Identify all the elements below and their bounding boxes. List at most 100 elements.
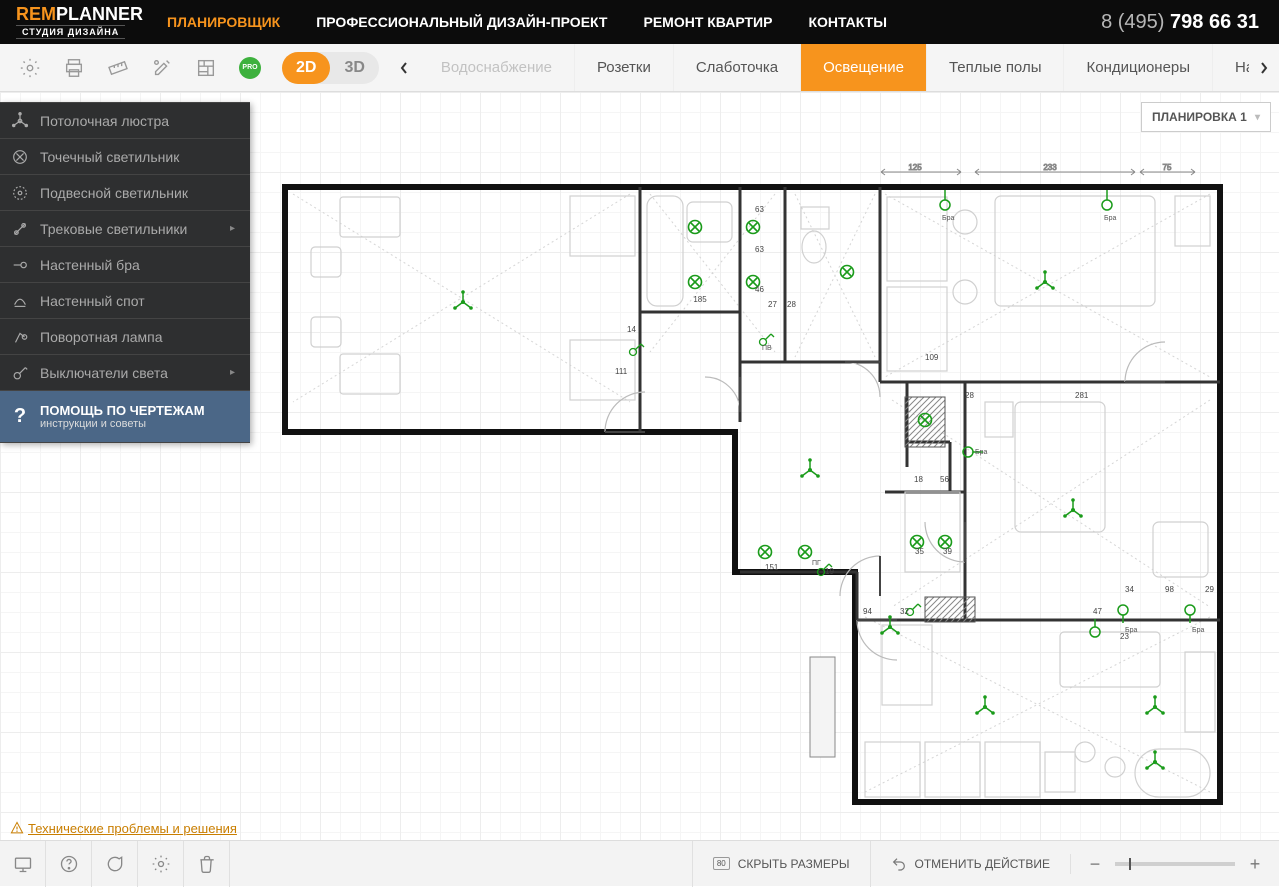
- zoom-slider[interactable]: [1115, 862, 1235, 866]
- print-icon[interactable]: [52, 44, 96, 92]
- dim-badge: 80: [713, 857, 730, 870]
- floor-plan: 125 233 75 185 63 63 46 27 28 14 111 109…: [245, 152, 1255, 840]
- side-item-spot[interactable]: Точечный светильник: [0, 139, 250, 175]
- side-label-5: Настенный спот: [40, 293, 250, 309]
- settings-icon[interactable]: [8, 44, 52, 92]
- dim-29: 29: [1205, 585, 1214, 594]
- help-sub: инструкции и советы: [40, 418, 205, 430]
- tab-outlets[interactable]: Розетки: [575, 44, 674, 91]
- side-item-switches[interactable]: Выключатели света ▸: [0, 355, 250, 391]
- chevron-right-icon: ▸: [230, 367, 250, 378]
- side-label-3: Трековые светильники: [40, 221, 230, 237]
- screen-icon[interactable]: [0, 841, 46, 887]
- undo-button[interactable]: ОТМЕНИТЬ ДЕЙСТВИЕ: [870, 841, 1070, 887]
- nav-item-contacts[interactable]: КОНТАКТЫ: [808, 14, 886, 30]
- dim-18: 18: [914, 475, 923, 484]
- swivel-icon: [0, 328, 40, 346]
- side-item-track[interactable]: Трековые светильники ▸: [0, 211, 250, 247]
- nav-item-renovation[interactable]: РЕМОНТ КВАРТИР: [643, 14, 772, 30]
- side-item-wallspot[interactable]: Настенный спот: [0, 283, 250, 319]
- dim-233: 233: [1043, 163, 1057, 172]
- dim-34: 34: [1125, 585, 1134, 594]
- help-icon: ?: [0, 405, 40, 428]
- side-label-1: Точечный светильник: [40, 149, 250, 165]
- dim-63b: 63: [755, 245, 764, 254]
- pro-badge: PRO: [239, 57, 261, 79]
- dim-185: 185: [693, 295, 707, 304]
- tech-issues-label[interactable]: Технические проблемы и решения: [28, 821, 237, 836]
- undo-label: ОТМЕНИТЬ ДЕЙСТВИЕ: [915, 857, 1050, 871]
- toolbar: PRO 2D 3D Водоснабжение Розетки Слаботоч…: [0, 44, 1279, 92]
- sconce-icon: [0, 256, 40, 274]
- chat-icon[interactable]: [92, 841, 138, 887]
- nav-links: ПЛАНИРОВЩИК ПРОФЕССИОНАЛЬНЫЙ ДИЗАЙН-ПРОЕ…: [167, 14, 1101, 30]
- layout-selector[interactable]: ПЛАНИРОВКА 1: [1141, 102, 1271, 132]
- side-item-swivel[interactable]: Поворотная лампа: [0, 319, 250, 355]
- tools-icon[interactable]: [140, 44, 184, 92]
- side-item-chandelier[interactable]: Потолочная люстра: [0, 103, 250, 139]
- help-circle-icon[interactable]: [46, 841, 92, 887]
- logo-brand1: REM: [16, 4, 56, 24]
- pro-badge-icon[interactable]: PRO: [228, 44, 272, 92]
- tab-ac[interactable]: Кондиционеры: [1064, 44, 1213, 91]
- tab-lowvolt[interactable]: Слаботочка: [674, 44, 801, 91]
- label-bra-4: Бра: [1125, 627, 1137, 634]
- dim-125: 125: [908, 163, 922, 172]
- top-nav: REMPLANNER СТУДИЯ ДИЗАЙНА ПЛАНИРОВЩИК ПР…: [0, 0, 1279, 44]
- dim-281: 281: [1075, 391, 1089, 400]
- side-label-0: Потолочная люстра: [40, 113, 250, 129]
- chevron-right-icon: ▸: [230, 223, 250, 234]
- bottom-icons: [0, 841, 230, 887]
- dim-39: 39: [943, 547, 952, 556]
- logo[interactable]: REMPLANNER СТУДИЯ ДИЗАЙНА: [16, 5, 143, 39]
- dim-28b: 28: [965, 391, 974, 400]
- tabs-scroll-right[interactable]: [1249, 44, 1279, 92]
- zoom-control: − +: [1070, 854, 1279, 874]
- warning-icon: [10, 821, 24, 835]
- nav-item-design[interactable]: ПРОФЕССИОНАЛЬНЫЙ ДИЗАЙН-ПРОЕКТ: [316, 14, 607, 30]
- dim-94: 94: [863, 607, 872, 616]
- zoom-out-button[interactable]: −: [1085, 854, 1105, 874]
- dim-56: 56: [940, 475, 949, 484]
- dim-19: 19: [825, 567, 834, 576]
- label-pv: ПВ: [762, 345, 772, 352]
- switch-icon: [0, 364, 40, 382]
- view-2d-button[interactable]: 2D: [282, 52, 330, 84]
- plan-tabs: Водоснабжение Розетки Слаботочка Освещен…: [419, 44, 1249, 91]
- trash-icon[interactable]: [184, 841, 230, 887]
- view-3d-button[interactable]: 3D: [330, 52, 378, 84]
- tab-water[interactable]: Водоснабжение: [419, 44, 575, 91]
- label-bra-2: Бра: [1104, 215, 1116, 222]
- side-item-pendant[interactable]: Подвесной светильник: [0, 175, 250, 211]
- undo-icon: [891, 856, 907, 872]
- dim-151: 151: [765, 563, 779, 572]
- hide-dimensions-button[interactable]: 80 СКРЫТЬ РАЗМЕРЫ: [692, 841, 870, 887]
- label-bra-5: Бра: [1192, 627, 1204, 634]
- tabs-scroll-left[interactable]: [389, 44, 419, 92]
- header-phone[interactable]: 8 (495) 798 66 31: [1101, 11, 1259, 34]
- side-label-2: Подвесной светильник: [40, 185, 250, 201]
- tab-fill[interactable]: Наполн: [1213, 44, 1249, 91]
- gear-icon[interactable]: [138, 841, 184, 887]
- nav-item-planner[interactable]: ПЛАНИРОВЩИК: [167, 14, 280, 30]
- hide-dims-label: СКРЫТЬ РАЗМЕРЫ: [738, 857, 850, 871]
- side-item-sconce[interactable]: Настенный бра: [0, 247, 250, 283]
- phone-prefix: 8 (495): [1101, 11, 1164, 33]
- dim-98: 98: [1165, 585, 1174, 594]
- tab-floors[interactable]: Теплые полы: [927, 44, 1065, 91]
- lighting-side-panel: Потолочная люстра Точечный светильник По…: [0, 102, 250, 443]
- tab-lighting[interactable]: Освещение: [801, 44, 927, 91]
- dim-27: 27: [768, 300, 777, 309]
- zoom-in-button[interactable]: +: [1245, 854, 1265, 874]
- view-toggle[interactable]: 2D 3D: [282, 52, 379, 84]
- dim-109: 109: [925, 353, 939, 362]
- dim-46: 46: [755, 285, 764, 294]
- dim-35: 35: [915, 547, 924, 556]
- side-item-help[interactable]: ? ПОМОЩЬ ПО ЧЕРТЕЖАМ инструкции и советы: [0, 391, 250, 443]
- dim-47: 47: [1093, 607, 1102, 616]
- tech-issues-link[interactable]: Технические проблемы и решения: [10, 821, 237, 836]
- walls-icon[interactable]: [184, 44, 228, 92]
- ruler-icon[interactable]: [96, 44, 140, 92]
- chandelier-icon: [0, 112, 40, 130]
- label-bra-1: Бра: [942, 215, 954, 222]
